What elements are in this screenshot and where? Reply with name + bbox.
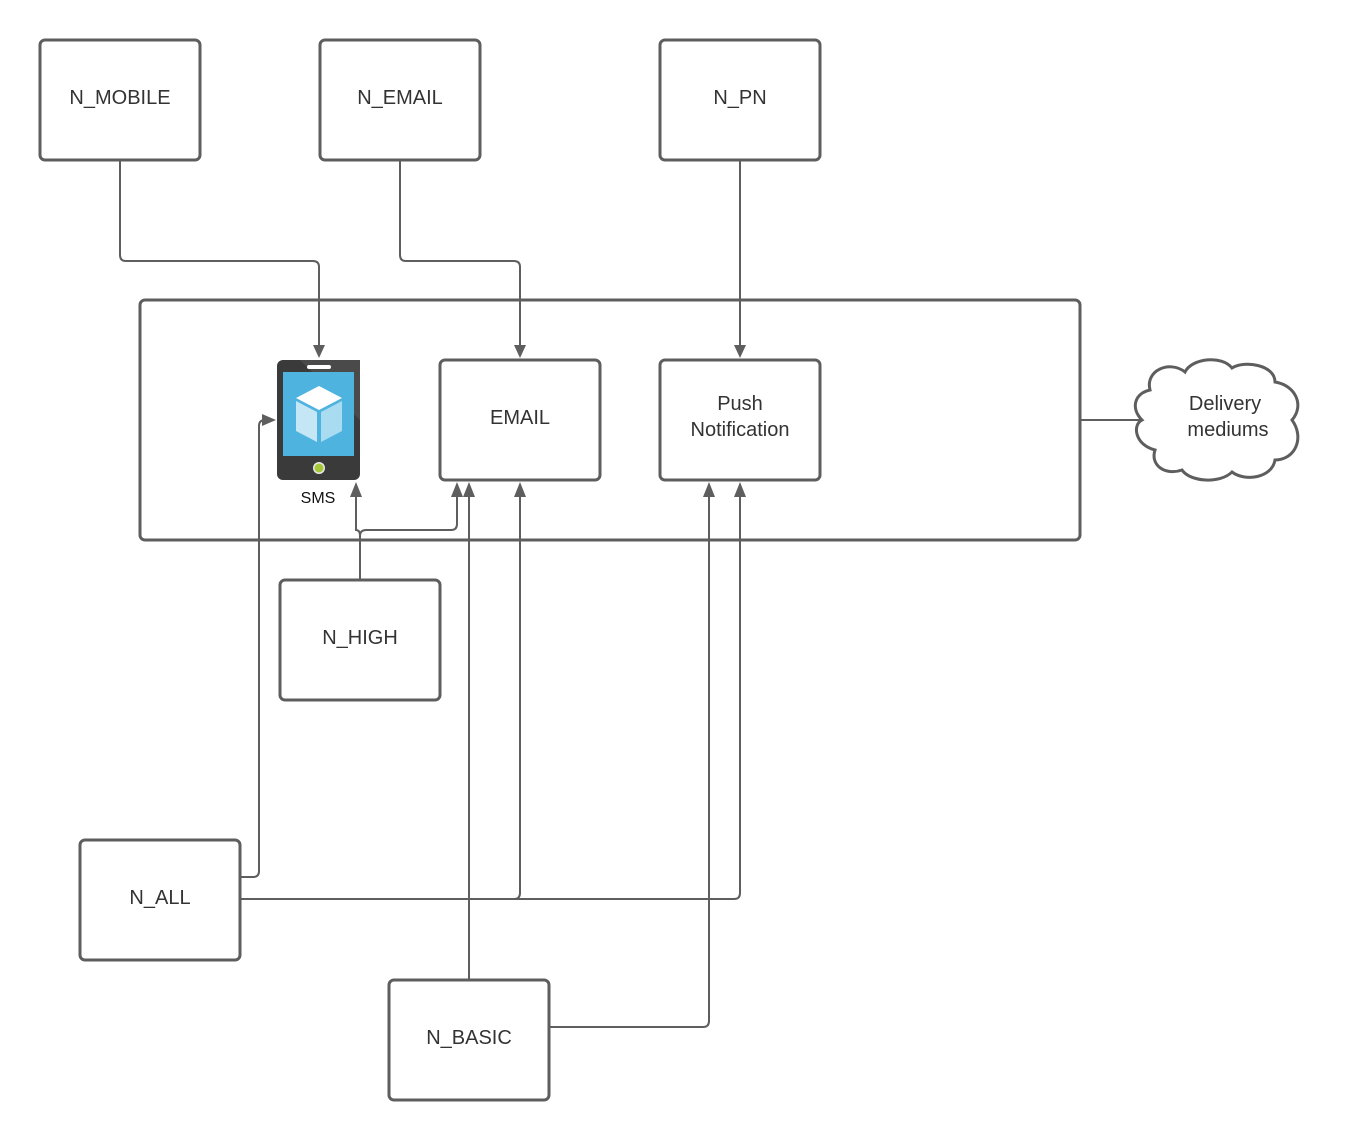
node-n-all[interactable]: N_ALL <box>78 838 242 962</box>
node-label-line1: Push <box>717 393 763 415</box>
node-label: SMS <box>301 490 336 507</box>
edge-n-all-push <box>514 495 741 900</box>
edge-n-high-email <box>359 495 458 580</box>
edge-n-high-sms <box>355 495 361 537</box>
arrowhead <box>350 482 362 497</box>
node-n-high[interactable]: N_HIGH <box>278 578 442 702</box>
node-push-notification[interactable]: Push Notification <box>658 358 822 482</box>
arrowhead <box>734 345 746 358</box>
node-email[interactable]: EMAIL <box>438 358 602 482</box>
node-label: N_MOBILE <box>69 87 170 109</box>
diagram-canvas: Delivery mediums N_MOBILE N_EMAIL N_PN S… <box>38 38 1300 1102</box>
node-n-email[interactable]: N_EMAIL <box>318 38 482 162</box>
edge-n-basic-push <box>550 495 710 1028</box>
cloud-label-line2: mediums <box>1187 419 1268 441</box>
phone-icon <box>277 360 360 480</box>
node-label: N_ALL <box>129 887 190 909</box>
node-sms[interactable]: SMS <box>277 360 360 507</box>
delivery-mediums-cloud[interactable]: Delivery mediums <box>1133 358 1300 482</box>
node-n-pn[interactable]: N_PN <box>658 38 822 162</box>
edge-n-email-email <box>399 160 521 345</box>
node-label: N_BASIC <box>426 1027 512 1049</box>
arrowhead <box>514 482 526 497</box>
arrowhead <box>734 482 746 497</box>
node-label: N_PN <box>713 87 766 109</box>
arrowhead <box>514 345 526 358</box>
arrowhead <box>451 482 463 497</box>
arrowhead <box>703 482 715 497</box>
node-label: N_HIGH <box>322 627 398 649</box>
arrowhead <box>463 482 475 497</box>
node-n-basic[interactable]: N_BASIC <box>387 978 551 1102</box>
arrowhead <box>313 345 325 358</box>
edge-n-all-sms <box>240 419 266 878</box>
node-label-line2: Notification <box>691 419 790 441</box>
node-n-mobile[interactable]: N_MOBILE <box>38 38 202 162</box>
cloud-label-line1: Delivery <box>1189 393 1261 415</box>
node-label: N_EMAIL <box>357 87 443 109</box>
edge-n-mobile-sms <box>119 160 320 345</box>
node-label: EMAIL <box>490 407 550 429</box>
arrowhead <box>262 414 276 426</box>
